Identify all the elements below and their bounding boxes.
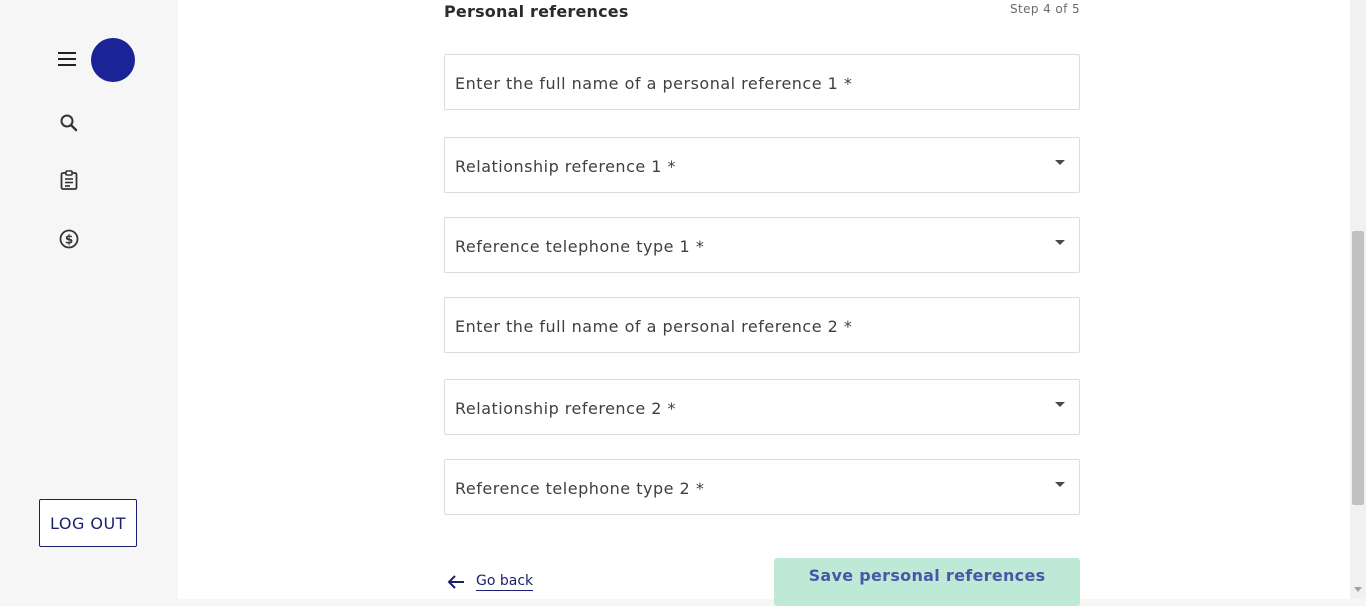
logout-button[interactable]: LOG OUT xyxy=(39,499,137,547)
scrollbar[interactable] xyxy=(1350,0,1366,599)
field-label: Enter the full name of a personal refere… xyxy=(455,74,853,93)
chevron-down-icon xyxy=(1055,402,1065,407)
reference-1-telephone-type-select[interactable]: Reference telephone type 1 * xyxy=(444,217,1080,273)
field-label: Relationship reference 1 * xyxy=(455,157,677,176)
avatar[interactable] xyxy=(91,38,135,82)
sidebar: $ LOG OUT xyxy=(0,0,178,599)
arrow-left-icon xyxy=(446,572,466,592)
reference-2-name-field[interactable]: Enter the full name of a personal refere… xyxy=(444,297,1080,353)
menu-icon[interactable] xyxy=(57,50,77,68)
scrollbar-thumb[interactable] xyxy=(1352,231,1364,505)
reference-2-telephone-type-select[interactable]: Reference telephone type 2 * xyxy=(444,459,1080,515)
go-back-link[interactable]: Go back xyxy=(446,572,534,592)
reference-1-relationship-select[interactable]: Relationship reference 1 * xyxy=(444,137,1080,193)
dollar-icon[interactable]: $ xyxy=(58,228,80,250)
field-label: Reference telephone type 2 * xyxy=(455,479,705,498)
chevron-down-icon xyxy=(1055,482,1065,487)
svg-text:$: $ xyxy=(65,233,73,247)
step-indicator: Step 4 of 5 xyxy=(1009,2,1080,16)
reference-2-relationship-select[interactable]: Relationship reference 2 * xyxy=(444,379,1080,435)
chevron-down-icon xyxy=(1055,160,1065,165)
field-label: Relationship reference 2 * xyxy=(455,399,677,418)
main-content: Personal references Step 4 of 5 Enter th… xyxy=(178,0,1350,606)
go-back-label: Go back xyxy=(476,573,534,591)
reference-1-name-field[interactable]: Enter the full name of a personal refere… xyxy=(444,54,1080,110)
scroll-down-arrow-icon[interactable] xyxy=(1354,587,1362,592)
search-icon[interactable] xyxy=(58,112,80,134)
clipboard-icon[interactable] xyxy=(58,169,80,191)
field-label: Reference telephone type 1 * xyxy=(455,237,705,256)
chevron-down-icon xyxy=(1055,240,1065,245)
field-label: Enter the full name of a personal refere… xyxy=(455,317,853,336)
section-title: Personal references xyxy=(444,2,629,21)
